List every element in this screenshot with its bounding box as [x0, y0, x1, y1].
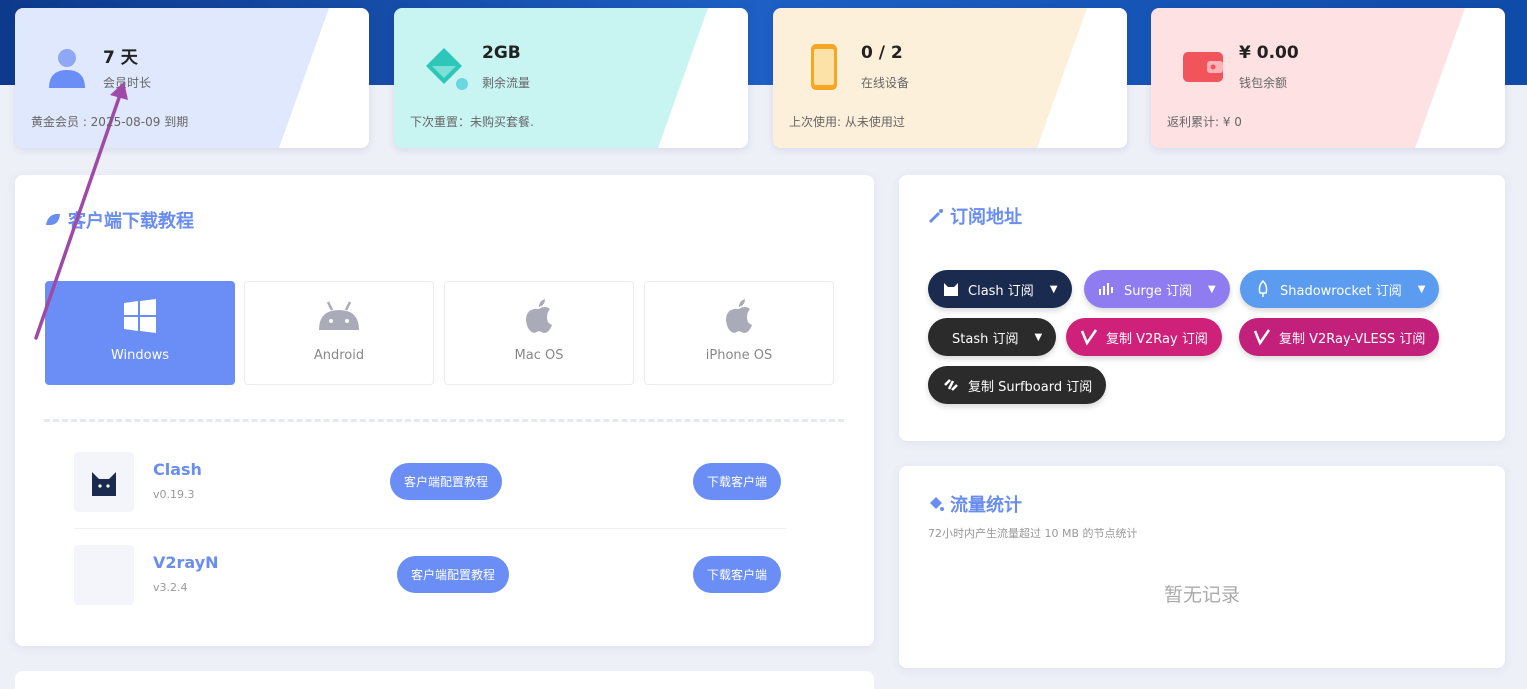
v2rayn-app-icon	[74, 545, 134, 605]
next-panel-edge	[15, 671, 874, 689]
membership-days: 7 天	[103, 48, 138, 68]
row-divider	[74, 528, 786, 529]
clash-app-icon	[74, 452, 134, 512]
download-panel: 客户端下载教程 Windows Android Mac OS iPhone OS	[15, 175, 874, 646]
divider	[44, 419, 844, 422]
rocket-icon	[1258, 280, 1268, 297]
traffic-reset: 下次重置：未购买套餐.	[410, 115, 534, 129]
rebate-total: 返利累计: ¥ 0	[1167, 115, 1242, 129]
membership-card: 7 天 会员时长 黄金会员 : 2025-08-09 到期	[15, 8, 369, 148]
tab-ios-label: iPhone OS	[705, 348, 773, 363]
empty-state: 暂无记录	[1163, 584, 1240, 606]
clash-cat-icon	[944, 283, 958, 296]
surfboard-icon	[944, 379, 958, 391]
client-row-v2rayn: V2rayN v3.2.4 客户端配置教程 下载客户端	[74, 545, 786, 605]
subscription-title: 订阅地址	[928, 203, 1022, 229]
copy-v2ray-label: 复制 V2Ray 订阅	[1106, 331, 1208, 347]
apple-icon	[726, 299, 752, 333]
leaf-icon	[46, 213, 60, 226]
android-icon	[319, 301, 359, 330]
shadowrocket-subscribe-label: Shadowrocket 订阅	[1280, 283, 1402, 299]
clash-subscribe-button[interactable]: Clash 订阅 ▼	[928, 270, 1072, 308]
stash-subscribe-label: Stash 订阅	[952, 331, 1019, 347]
surge-bars-icon	[1099, 283, 1113, 295]
tab-windows-label: Windows	[110, 348, 170, 363]
tab-android[interactable]: Android	[244, 281, 434, 385]
copy-v2ray-vless-button[interactable]: 复制 V2Ray-VLESS 订阅	[1239, 318, 1440, 356]
traffic-stats-panel: 流量统计 72小时内产生流量超过 10 MB 的节点统计 暂无记录	[899, 466, 1505, 668]
magic-wand-icon	[928, 209, 943, 224]
tab-macos-label: Mac OS	[514, 348, 564, 363]
online-devices: 0 / 2	[861, 43, 903, 63]
chevron-down-icon: ▼	[1034, 331, 1043, 343]
client-name: V2rayN	[153, 553, 219, 572]
paint-bucket-icon	[930, 497, 944, 511]
clash-cat-icon	[92, 472, 116, 496]
v2ray-icon	[1253, 329, 1271, 346]
clash-download-button[interactable]: 下载客户端	[693, 463, 782, 500]
traffic-stats-title: 流量统计	[928, 491, 1022, 517]
tab-ios[interactable]: iPhone OS	[644, 281, 834, 385]
v2rayn-download-button[interactable]: 下载客户端	[693, 556, 782, 593]
chevron-down-icon: ▼	[1208, 283, 1216, 295]
water-bucket-icon	[426, 48, 468, 90]
chevron-down-icon: ▼	[1417, 283, 1426, 295]
client-name: Clash	[153, 460, 202, 479]
user-icon	[49, 49, 85, 88]
tab-android-label: Android	[313, 348, 365, 363]
v2ray-icon	[1080, 329, 1098, 346]
download-title: 客户端下载教程	[44, 207, 194, 233]
clash-tutorial-button[interactable]: 客户端配置教程	[390, 463, 503, 500]
surge-subscribe-label: Surge 订阅	[1124, 283, 1192, 299]
v2rayn-tutorial-button[interactable]: 客户端配置教程	[397, 556, 510, 593]
copy-surfboard-label: 复制 Surfboard 订阅	[968, 379, 1093, 395]
subscription-title-text: 订阅地址	[950, 207, 1022, 228]
traffic-note: 72小时内产生流量超过 10 MB 的节点统计	[928, 527, 1138, 540]
copy-v2ray-vless-label: 复制 V2Ray-VLESS 订阅	[1279, 331, 1426, 347]
wallet-card: ¥ 0.00 钱包余额 返利累计: ¥ 0	[1151, 8, 1505, 148]
last-used: 上次使用: 从未使用过	[789, 115, 905, 129]
apple-icon	[526, 299, 552, 333]
traffic-remaining: 2GB	[482, 43, 521, 63]
clash-subscribe-label: Clash 订阅	[968, 283, 1034, 299]
subscription-panel: 订阅地址 Clash 订阅 ▼ Surge 订阅 ▼ Shadowrocket …	[899, 175, 1505, 441]
shadowrocket-subscribe-button[interactable]: Shadowrocket 订阅 ▼	[1240, 270, 1440, 308]
chevron-down-icon: ▼	[1049, 283, 1058, 295]
copy-v2ray-button[interactable]: 复制 V2Ray 订阅	[1066, 318, 1222, 356]
client-row-clash: Clash v0.19.3 客户端配置教程 下载客户端	[74, 452, 786, 512]
copy-surfboard-button[interactable]: 复制 Surfboard 订阅	[928, 366, 1107, 404]
wallet-balance: ¥ 0.00	[1239, 43, 1299, 63]
surge-subscribe-button[interactable]: Surge 订阅 ▼	[1084, 270, 1230, 308]
traffic-card: 2GB 剩余流量 下次重置：未购买套餐.	[394, 8, 748, 148]
membership-expiry: 黄金会员 : 2025-08-09 到期	[31, 115, 189, 129]
client-version: v0.19.3	[153, 488, 195, 501]
traffic-stats-title-text: 流量统计	[950, 495, 1022, 516]
devices-card: 0 / 2 在线设备 上次使用: 从未使用过	[773, 8, 1127, 148]
windows-icon	[124, 299, 156, 333]
wallet-label: 钱包余额	[1239, 76, 1288, 90]
membership-label: 会员时长	[103, 76, 152, 90]
download-title-text: 客户端下载教程	[68, 211, 194, 232]
client-version: v3.2.4	[153, 581, 188, 594]
wallet-icon	[1183, 52, 1223, 82]
tab-windows[interactable]: Windows	[45, 281, 235, 385]
traffic-label: 剩余流量	[482, 76, 531, 90]
devices-label: 在线设备	[861, 76, 910, 90]
stash-subscribe-button[interactable]: Stash 订阅 ▼	[928, 318, 1057, 356]
tab-macos[interactable]: Mac OS	[444, 281, 634, 385]
phone-icon	[811, 44, 837, 90]
